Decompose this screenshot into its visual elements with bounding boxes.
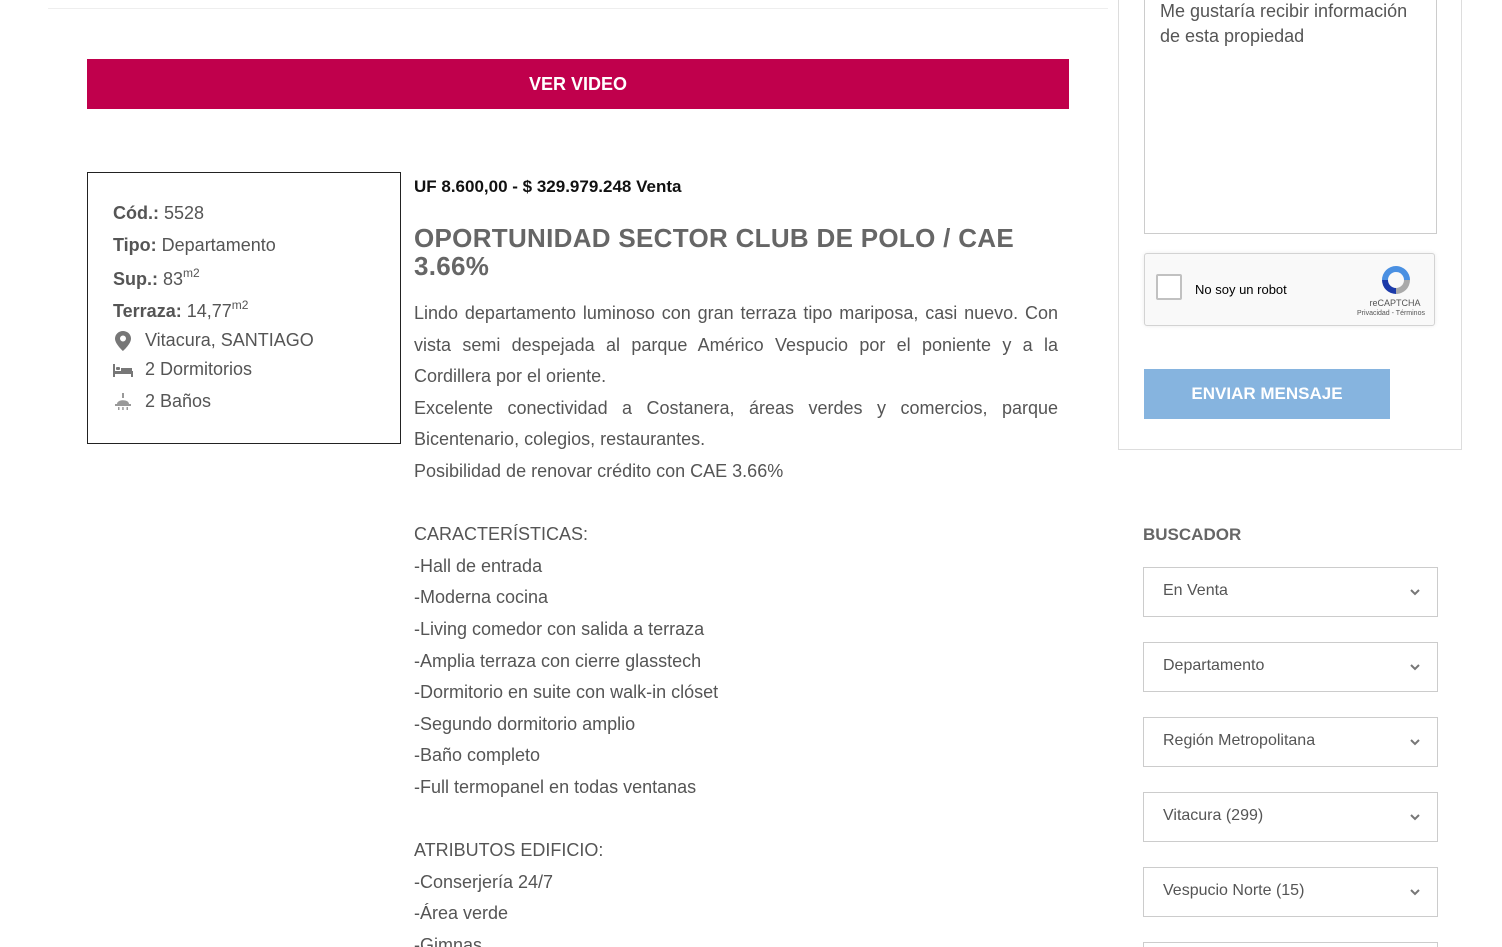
recaptcha-icon xyxy=(1378,262,1414,298)
property-detail-page: VER VIDEO Cód.: 5528 Tipo: Departamento … xyxy=(0,0,1502,947)
recaptcha-brand: reCAPTCHA xyxy=(1369,298,1421,308)
watch-video-button[interactable]: VER VIDEO xyxy=(87,59,1069,109)
property-surface-unit: m2 xyxy=(183,266,200,280)
select-value: Vespucio Norte (15) xyxy=(1163,882,1305,899)
chevron-down-icon xyxy=(1410,589,1420,596)
property-type-select[interactable]: Departamento xyxy=(1143,642,1438,692)
feature-item: -Dormitorio en suite con walk-in clóset xyxy=(414,682,719,703)
chevron-down-icon xyxy=(1410,739,1420,746)
message-textarea[interactable]: Me gustaría recibir información de esta … xyxy=(1144,0,1437,234)
building-heading: ATRIBUTOS EDIFICIO: xyxy=(414,840,604,861)
property-surface-value: 83 xyxy=(158,269,184,289)
recaptcha-label: No soy un robot xyxy=(1195,282,1287,297)
feature-item: -Amplia terraza con cierre glasstech xyxy=(414,650,702,671)
property-bedrooms: 2 Dormitorios xyxy=(113,359,252,380)
shower-icon xyxy=(113,392,133,412)
map-pin-icon xyxy=(113,330,133,351)
feature-item: -Moderna cocina xyxy=(414,587,549,608)
region-select[interactable]: Región Metropolitana xyxy=(1143,717,1438,767)
operation-select[interactable]: En Venta xyxy=(1143,567,1438,617)
property-terrace-value: 14,77 xyxy=(181,301,232,321)
top-divider xyxy=(48,8,1108,9)
building-item: -Gimnas xyxy=(414,934,483,947)
property-type-value: Departamento xyxy=(156,235,276,255)
property-terrace-label: Terraza: xyxy=(113,301,182,321)
features-heading: CARACTERÍSTICAS: xyxy=(414,524,589,545)
recaptcha-terms-link[interactable]: Privacidad - Términos xyxy=(1341,310,1441,317)
property-surface: Sup.: 83m2 xyxy=(113,266,200,290)
sector-select[interactable]: Vespucio Norte (15) xyxy=(1143,867,1438,917)
property-terrace-unit: m2 xyxy=(231,298,249,312)
commune-select[interactable]: Vitacura (299) xyxy=(1143,792,1438,842)
search-heading: BUSCADOR xyxy=(1143,525,1242,544)
next-select[interactable] xyxy=(1143,942,1438,947)
description-paragraph: Excelente conectividad a Costanera, área… xyxy=(414,397,1058,450)
property-code-label: Cód.: xyxy=(113,203,159,223)
property-location-text: Vitacura, SANTIAGO xyxy=(145,330,314,350)
property-price: UF 8.600,00 - $ 329.979.248 Venta xyxy=(414,177,682,196)
property-code-value: 5528 xyxy=(158,203,205,223)
chevron-down-icon xyxy=(1410,814,1420,821)
recaptcha-widget: No soy un robot reCAPTCHA Privacidad - T… xyxy=(1144,253,1435,326)
select-value: Departamento xyxy=(1163,657,1265,674)
property-type-label: Tipo: xyxy=(113,235,157,255)
feature-item: -Segundo dormitorio amplio xyxy=(414,713,636,734)
property-location: Vitacura, SANTIAGO xyxy=(113,330,314,351)
description-paragraph: Posibilidad de renovar crédito con CAE 3… xyxy=(414,460,784,481)
feature-item: -Living comedor con salida a terraza xyxy=(414,618,705,639)
description-paragraph: Lindo departamento luminoso con gran ter… xyxy=(414,303,1058,387)
property-surface-label: Sup.: xyxy=(113,269,158,289)
building-item: -Área verde xyxy=(414,903,509,924)
recaptcha-checkbox[interactable] xyxy=(1156,274,1182,300)
property-title: OPORTUNIDAD SECTOR CLUB DE POLO / CAE 3.… xyxy=(414,223,1014,281)
select-value: En Venta xyxy=(1163,582,1228,599)
chevron-down-icon xyxy=(1410,664,1420,671)
feature-item: -Full termopanel en todas ventanas xyxy=(414,776,697,797)
property-bedrooms-text: 2 Dormitorios xyxy=(145,359,253,379)
property-terrace: Terraza: 14,77m2 xyxy=(113,298,248,322)
property-info-box: Cód.: 5528 Tipo: Departamento Sup.: 83m2… xyxy=(87,172,401,444)
bed-icon xyxy=(113,360,133,380)
property-code: Cód.: 5528 xyxy=(113,203,204,224)
property-bathrooms-text: 2 Baños xyxy=(145,391,212,411)
select-value: Vitacura (299) xyxy=(1163,807,1264,824)
building-item: -Conserjería 24/7 xyxy=(414,871,554,892)
property-description: Lindo departamento luminoso con gran ter… xyxy=(414,298,1058,947)
feature-item: -Baño completo xyxy=(414,745,541,766)
feature-item: -Hall de entrada xyxy=(414,555,543,576)
chevron-down-icon xyxy=(1410,889,1420,896)
select-value: Región Metropolitana xyxy=(1163,732,1316,749)
property-bathrooms: 2 Baños xyxy=(113,391,211,412)
property-type: Tipo: Departamento xyxy=(113,235,276,256)
send-message-button[interactable]: ENVIAR MENSAJE xyxy=(1144,369,1390,419)
